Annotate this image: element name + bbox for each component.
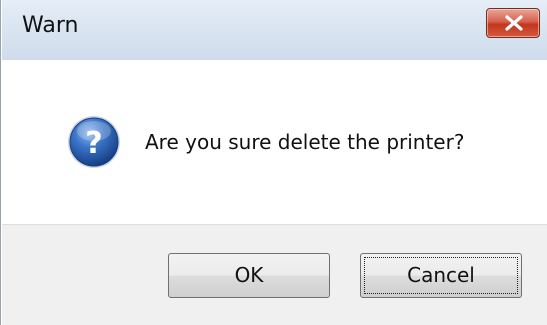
close-button[interactable]	[486, 8, 540, 38]
svg-text:?: ?	[85, 126, 102, 161]
window-title: Warn	[22, 13, 79, 38]
dialog-content: ? Are you sure delete the printer?	[2, 60, 547, 224]
ok-button[interactable]: OK	[168, 253, 330, 298]
cancel-button-label: Cancel	[407, 263, 475, 287]
title-bar[interactable]: Warn	[2, 0, 547, 60]
cancel-button[interactable]: Cancel	[360, 253, 522, 298]
button-bar: OK Cancel	[2, 224, 547, 325]
dialog-message: Are you sure delete the printer?	[145, 130, 465, 154]
close-icon	[505, 15, 523, 31]
question-icon: ?	[68, 116, 120, 168]
warn-dialog-window: Warn ? Are you sure delete the printer? …	[0, 0, 547, 325]
